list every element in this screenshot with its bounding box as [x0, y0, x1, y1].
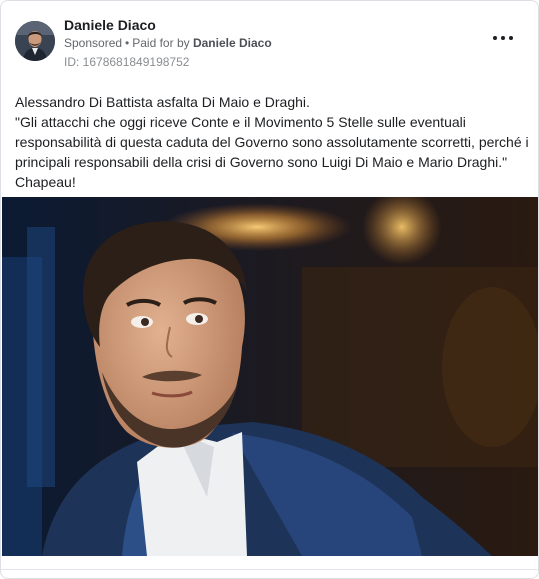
- avatar-photo: [15, 21, 55, 61]
- post-text: Alessandro Di Battista asfalta Di Maio e…: [15, 92, 530, 192]
- sponsored-meta: Sponsored • Paid for by Daniele Diaco: [64, 36, 272, 50]
- card-bottom-divider: [1, 569, 538, 570]
- sponsored-label: Sponsored: [64, 36, 123, 50]
- author-name[interactable]: Daniele Diaco: [64, 17, 156, 33]
- post-text-line: Alessandro Di Battista asfalta Di Maio e…: [15, 94, 310, 110]
- post-image[interactable]: [2, 197, 538, 556]
- post-text-line: "Gli attacchi che oggi riceve Conte e il…: [15, 114, 529, 170]
- paid-for-prefix: Paid for by: [132, 36, 190, 50]
- paid-for-name[interactable]: Daniele Diaco: [193, 36, 272, 50]
- avatar[interactable]: [15, 21, 55, 61]
- post-header: Daniele Diaco Sponsored • Paid for by Dani…: [15, 15, 524, 75]
- post-text-line: Chapeau!: [15, 174, 76, 190]
- ad-id: ID: 1678681849198752: [64, 55, 190, 69]
- separator-dot: •: [125, 36, 130, 50]
- post-photo: [2, 197, 538, 556]
- ad-post-card: Daniele Diaco Sponsored • Paid for by Dani…: [0, 0, 539, 579]
- more-options-icon[interactable]: [492, 33, 514, 43]
